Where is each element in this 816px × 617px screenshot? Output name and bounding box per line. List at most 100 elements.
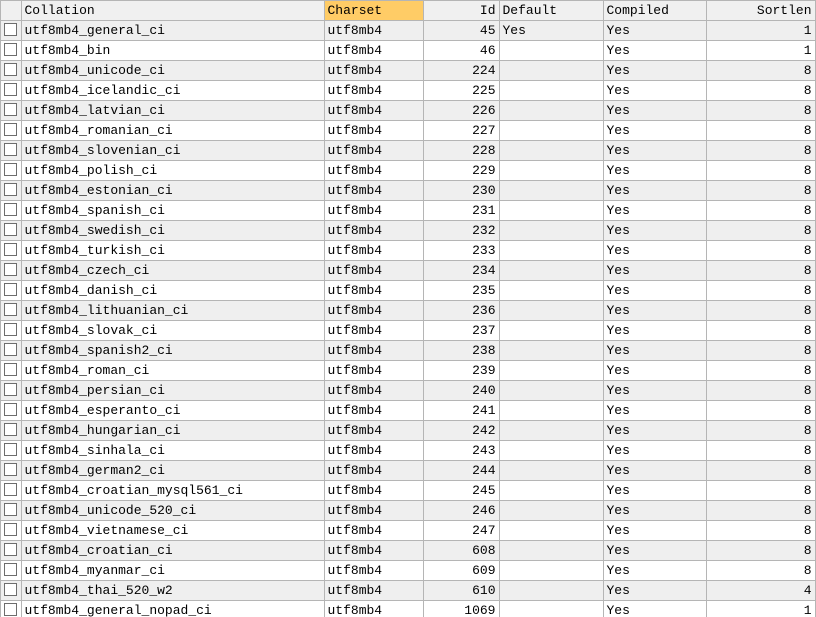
column-header-collation[interactable]: Collation	[21, 1, 324, 21]
row-checkbox[interactable]	[1, 481, 21, 501]
table-row[interactable]: utf8mb4_general_nopad_ciutf8mb41069Yes1	[1, 601, 815, 617]
checkbox-icon[interactable]	[4, 243, 17, 256]
row-checkbox[interactable]	[1, 221, 21, 241]
row-checkbox[interactable]	[1, 601, 21, 617]
checkbox-icon[interactable]	[4, 303, 17, 316]
row-checkbox[interactable]	[1, 521, 21, 541]
checkbox-icon[interactable]	[4, 563, 17, 576]
table-row[interactable]: utf8mb4_croatian_ciutf8mb4608Yes8	[1, 541, 815, 561]
row-checkbox[interactable]	[1, 261, 21, 281]
table-row[interactable]: utf8mb4_persian_ciutf8mb4240Yes8	[1, 381, 815, 401]
checkbox-icon[interactable]	[4, 203, 17, 216]
table-row[interactable]: utf8mb4_latvian_ciutf8mb4226Yes8	[1, 101, 815, 121]
cell-id: 241	[423, 401, 499, 421]
row-checkbox[interactable]	[1, 341, 21, 361]
row-checkbox[interactable]	[1, 401, 21, 421]
table-row[interactable]: utf8mb4_sinhala_ciutf8mb4243Yes8	[1, 441, 815, 461]
column-header-compiled[interactable]: Compiled	[603, 1, 706, 21]
cell-sortlen: 1	[706, 41, 815, 61]
row-checkbox[interactable]	[1, 181, 21, 201]
row-checkbox[interactable]	[1, 161, 21, 181]
checkbox-icon[interactable]	[4, 43, 17, 56]
table-row[interactable]: utf8mb4_esperanto_ciutf8mb4241Yes8	[1, 401, 815, 421]
table-row[interactable]: utf8mb4_slovenian_ciutf8mb4228Yes8	[1, 141, 815, 161]
row-checkbox[interactable]	[1, 81, 21, 101]
row-checkbox[interactable]	[1, 141, 21, 161]
column-header-id[interactable]: Id	[423, 1, 499, 21]
table-row[interactable]: utf8mb4_german2_ciutf8mb4244Yes8	[1, 461, 815, 481]
table-row[interactable]: utf8mb4_roman_ciutf8mb4239Yes8	[1, 361, 815, 381]
row-checkbox[interactable]	[1, 201, 21, 221]
row-checkbox[interactable]	[1, 21, 21, 41]
table-row[interactable]: utf8mb4_unicode_520_ciutf8mb4246Yes8	[1, 501, 815, 521]
table-row[interactable]: utf8mb4_binutf8mb446Yes1	[1, 41, 815, 61]
row-checkbox[interactable]	[1, 461, 21, 481]
checkbox-icon[interactable]	[4, 23, 17, 36]
checkbox-icon[interactable]	[4, 323, 17, 336]
column-header-sortlen[interactable]: Sortlen	[706, 1, 815, 21]
checkbox-icon[interactable]	[4, 543, 17, 556]
table-row[interactable]: utf8mb4_general_ciutf8mb445YesYes1	[1, 21, 815, 41]
checkbox-icon[interactable]	[4, 583, 17, 596]
row-checkbox[interactable]	[1, 581, 21, 601]
checkbox-icon[interactable]	[4, 423, 17, 436]
table-row[interactable]: utf8mb4_spanish_ciutf8mb4231Yes8	[1, 201, 815, 221]
table-row[interactable]: utf8mb4_vietnamese_ciutf8mb4247Yes8	[1, 521, 815, 541]
checkbox-icon[interactable]	[4, 443, 17, 456]
cell-compiled: Yes	[603, 441, 706, 461]
row-checkbox[interactable]	[1, 121, 21, 141]
row-checkbox[interactable]	[1, 501, 21, 521]
checkbox-icon[interactable]	[4, 523, 17, 536]
checkbox-icon[interactable]	[4, 383, 17, 396]
table-row[interactable]: utf8mb4_thai_520_w2utf8mb4610Yes4	[1, 581, 815, 601]
table-row[interactable]: utf8mb4_czech_ciutf8mb4234Yes8	[1, 261, 815, 281]
checkbox-icon[interactable]	[4, 463, 17, 476]
checkbox-icon[interactable]	[4, 603, 17, 616]
checkbox-icon[interactable]	[4, 363, 17, 376]
row-checkbox[interactable]	[1, 41, 21, 61]
table-row[interactable]: utf8mb4_slovak_ciutf8mb4237Yes8	[1, 321, 815, 341]
checkbox-icon[interactable]	[4, 283, 17, 296]
checkbox-icon[interactable]	[4, 183, 17, 196]
checkbox-icon[interactable]	[4, 343, 17, 356]
row-checkbox[interactable]	[1, 441, 21, 461]
row-checkbox[interactable]	[1, 561, 21, 581]
checkbox-icon[interactable]	[4, 63, 17, 76]
table-row[interactable]: utf8mb4_swedish_ciutf8mb4232Yes8	[1, 221, 815, 241]
row-checkbox[interactable]	[1, 281, 21, 301]
table-row[interactable]: utf8mb4_hungarian_ciutf8mb4242Yes8	[1, 421, 815, 441]
checkbox-icon[interactable]	[4, 503, 17, 516]
column-header-charset[interactable]: Charset	[324, 1, 423, 21]
checkbox-icon[interactable]	[4, 483, 17, 496]
table-row[interactable]: utf8mb4_polish_ciutf8mb4229Yes8	[1, 161, 815, 181]
table-row[interactable]: utf8mb4_estonian_ciutf8mb4230Yes8	[1, 181, 815, 201]
row-checkbox[interactable]	[1, 321, 21, 341]
checkbox-icon[interactable]	[4, 263, 17, 276]
row-checkbox[interactable]	[1, 361, 21, 381]
table-row[interactable]: utf8mb4_myanmar_ciutf8mb4609Yes8	[1, 561, 815, 581]
checkbox-icon[interactable]	[4, 83, 17, 96]
table-row[interactable]: utf8mb4_icelandic_ciutf8mb4225Yes8	[1, 81, 815, 101]
column-header-checkbox[interactable]	[1, 1, 21, 21]
table-row[interactable]: utf8mb4_croatian_mysql561_ciutf8mb4245Ye…	[1, 481, 815, 501]
checkbox-icon[interactable]	[4, 163, 17, 176]
row-checkbox[interactable]	[1, 421, 21, 441]
column-header-default[interactable]: Default	[499, 1, 603, 21]
table-row[interactable]: utf8mb4_unicode_ciutf8mb4224Yes8	[1, 61, 815, 81]
table-row[interactable]: utf8mb4_danish_ciutf8mb4235Yes8	[1, 281, 815, 301]
checkbox-icon[interactable]	[4, 403, 17, 416]
checkbox-icon[interactable]	[4, 123, 17, 136]
table-row[interactable]: utf8mb4_romanian_ciutf8mb4227Yes8	[1, 121, 815, 141]
checkbox-icon[interactable]	[4, 103, 17, 116]
table-row[interactable]: utf8mb4_lithuanian_ciutf8mb4236Yes8	[1, 301, 815, 321]
table-row[interactable]: utf8mb4_turkish_ciutf8mb4233Yes8	[1, 241, 815, 261]
row-checkbox[interactable]	[1, 241, 21, 261]
row-checkbox[interactable]	[1, 301, 21, 321]
table-row[interactable]: utf8mb4_spanish2_ciutf8mb4238Yes8	[1, 341, 815, 361]
checkbox-icon[interactable]	[4, 143, 17, 156]
row-checkbox[interactable]	[1, 541, 21, 561]
row-checkbox[interactable]	[1, 61, 21, 81]
checkbox-icon[interactable]	[4, 223, 17, 236]
row-checkbox[interactable]	[1, 101, 21, 121]
row-checkbox[interactable]	[1, 381, 21, 401]
